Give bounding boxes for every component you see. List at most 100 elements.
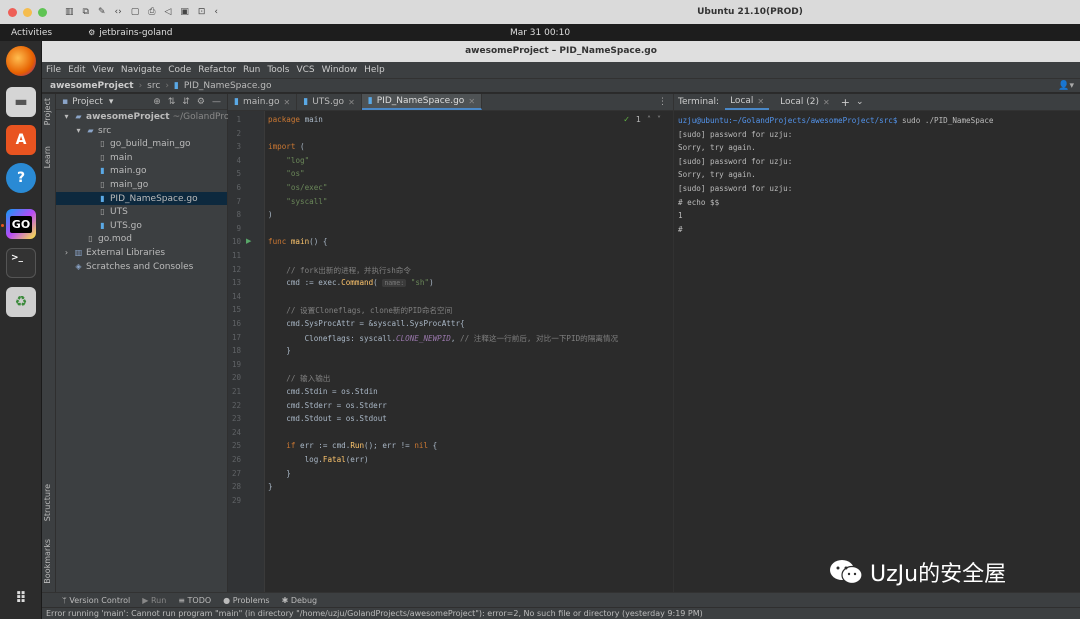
tree-item[interactable]: ▯ main_go [56,178,227,192]
locate-icon[interactable]: ⊕ [153,97,161,107]
tree-item[interactable]: ▮ PID_NameSpace.go [56,191,227,206]
chevron-down-icon[interactable]: ▾ [62,110,71,124]
close-icon[interactable]: ✕ [757,97,764,106]
project-view-selector[interactable]: Project [72,97,103,107]
lock-icon[interactable]: ▢ [131,7,140,17]
line-number: 9 [236,223,241,233]
menu-run[interactable]: Run [243,65,260,75]
printer-icon[interactable]: ⎙ [148,7,155,17]
menu-tools[interactable]: Tools [267,65,289,75]
wrench-icon[interactable]: ✎ [98,7,106,17]
tree-item[interactable]: ▯ go_build_main_go [56,137,227,151]
prompt-command: sudo ./PID_NameSpace [897,116,994,125]
expand-icon[interactable]: ⇵ [182,97,190,107]
code-token: , [450,333,461,343]
status-message[interactable]: Error running 'main': Cannot run program… [46,609,703,618]
close-icon[interactable]: ✕ [348,98,355,107]
tree-item[interactable]: ▾ ▰ awesomeProject ~/GolandProject [56,110,245,124]
menu-vcs[interactable]: VCS [296,65,314,75]
breadcrumb-file[interactable]: PID_NameSpace.go [184,81,272,91]
apps-grid-icon[interactable]: ⠿ [6,583,36,613]
editor-tabs: ▮ main.go ✕ ▮ UTS.go ✕ ▮ PID_NameSpace.go ✕ ⋮ [228,94,673,111]
debug-button[interactable]: ✱ Debug [282,596,318,605]
folder-share-icon[interactable]: ⊡ [198,7,206,17]
problems-button[interactable]: ● Problems [223,596,269,605]
collapse-icon[interactable]: ⇅ [168,97,176,107]
chevron-down-icon[interactable]: ▾ [109,97,114,107]
breadcrumb-project[interactable]: awesomeProject [50,81,134,91]
menu-navigate[interactable]: Navigate [121,65,161,75]
tree-item[interactable]: ▯ go.mod [56,232,227,246]
tree-item-label: go.mod [98,234,132,245]
firefox-icon[interactable] [6,46,36,76]
menu-help[interactable]: Help [364,65,385,75]
tree-item[interactable]: ◈ Scratches and Consoles [56,260,227,274]
run-gutter-icon[interactable]: ▶ [246,237,251,245]
file-icon: ▯ [100,179,105,189]
software-icon[interactable]: A [6,125,36,155]
bug-icon: ✱ [281,595,291,605]
terminal-tab-local[interactable]: Local ✕ [725,94,770,110]
editor-tab[interactable]: ▮ UTS.go ✕ [297,94,362,110]
learn-tool-button[interactable]: Learn [43,146,52,168]
help-icon[interactable]: ? [6,163,36,193]
close-icon[interactable]: ✕ [468,97,475,106]
close-icon[interactable]: ✕ [284,98,291,107]
terminal-icon[interactable]: >_ [6,248,36,278]
go-file-icon: ▮ [100,166,105,176]
code-area[interactable]: package main import ( "log" "os" "os/exec… [268,111,672,592]
hide-icon[interactable]: — [212,97,221,107]
code-icon[interactable]: ‹› [115,7,122,17]
breadcrumb-src[interactable]: src [147,81,160,91]
activities-button[interactable]: Activities [11,28,52,38]
todo-button[interactable]: ≡ TODO [178,596,211,605]
more-tabs-icon[interactable]: ⋮ [658,97,667,107]
menu-file[interactable]: File [46,65,61,75]
line-gutter[interactable]: 1 2 3 4 5 6 7 8 9 10 11 12 13 14 15 16 17 18 19 20 21 22 23 24 2… [228,111,265,592]
active-app-menu[interactable]: ⚙ jetbrains-goland [88,28,172,38]
sidebar-toggle-icon[interactable]: ▥ [65,7,74,17]
editor-tab[interactable]: ▮ main.go ✕ [228,94,298,110]
back-icon[interactable]: ‹ [214,7,218,17]
code-token: err := cmd. [300,441,351,451]
tree-item[interactable]: ▯ UTS [56,205,227,219]
editor-tab[interactable]: ▮ PID_NameSpace.go ✕ [361,94,483,110]
files-icon[interactable]: ▬ [6,87,36,117]
trash-icon[interactable]: ♻ [6,287,36,317]
snapshot-icon[interactable]: ⧉ [83,7,89,17]
chevron-right-icon[interactable]: › [62,246,71,260]
user-icon[interactable]: 👤▾ [1058,81,1074,91]
minimize-window-button[interactable] [23,7,32,17]
run-tool-button[interactable]: ▶ Run [142,596,166,605]
chevron-down-icon[interactable]: ⌄ [856,97,864,107]
menu-refactor[interactable]: Refactor [198,65,236,75]
go-file-icon: ▮ [100,193,105,203]
gear-icon[interactable]: ⚙ [197,97,205,107]
terminal-tab-local-2[interactable]: Local (2) ✕ [775,94,835,110]
menu-edit[interactable]: Edit [68,65,85,75]
menu-window[interactable]: Window [322,65,358,75]
version-control-button[interactable]: ᛘ Version Control [62,596,130,605]
tree-item[interactable]: ▾ ▰ src [56,124,227,138]
tree-item-label: main_go [110,179,149,190]
tree-item[interactable]: ▮ main.go [56,164,227,178]
structure-tool-button[interactable]: Structure [43,484,52,521]
camera-icon[interactable]: ▣ [180,7,189,17]
bookmarks-tool-button[interactable]: Bookmarks [43,539,52,584]
menu-code[interactable]: Code [168,65,191,75]
chevron-down-icon[interactable]: ▾ [74,124,83,138]
tree-item[interactable]: › ▥ External Libraries [56,246,227,260]
tree-item-label: main.go [110,166,147,177]
terminal-output[interactable]: uzju@ubuntu:~/GolandProjects/awesomeProj… [674,111,1080,239]
close-window-button[interactable] [8,7,17,17]
goland-icon[interactable]: GO [6,209,36,239]
tree-item[interactable]: ▮ UTS.go [56,219,227,233]
menu-view[interactable]: View [93,65,114,75]
close-icon[interactable]: ✕ [823,98,830,107]
zoom-window-button[interactable] [38,7,47,17]
add-tab-icon[interactable]: + [841,96,850,109]
tree-item[interactable]: ▯ main [56,151,227,165]
sound-icon[interactable]: ◁ [164,7,171,17]
project-tool-button[interactable]: Project [43,98,52,125]
